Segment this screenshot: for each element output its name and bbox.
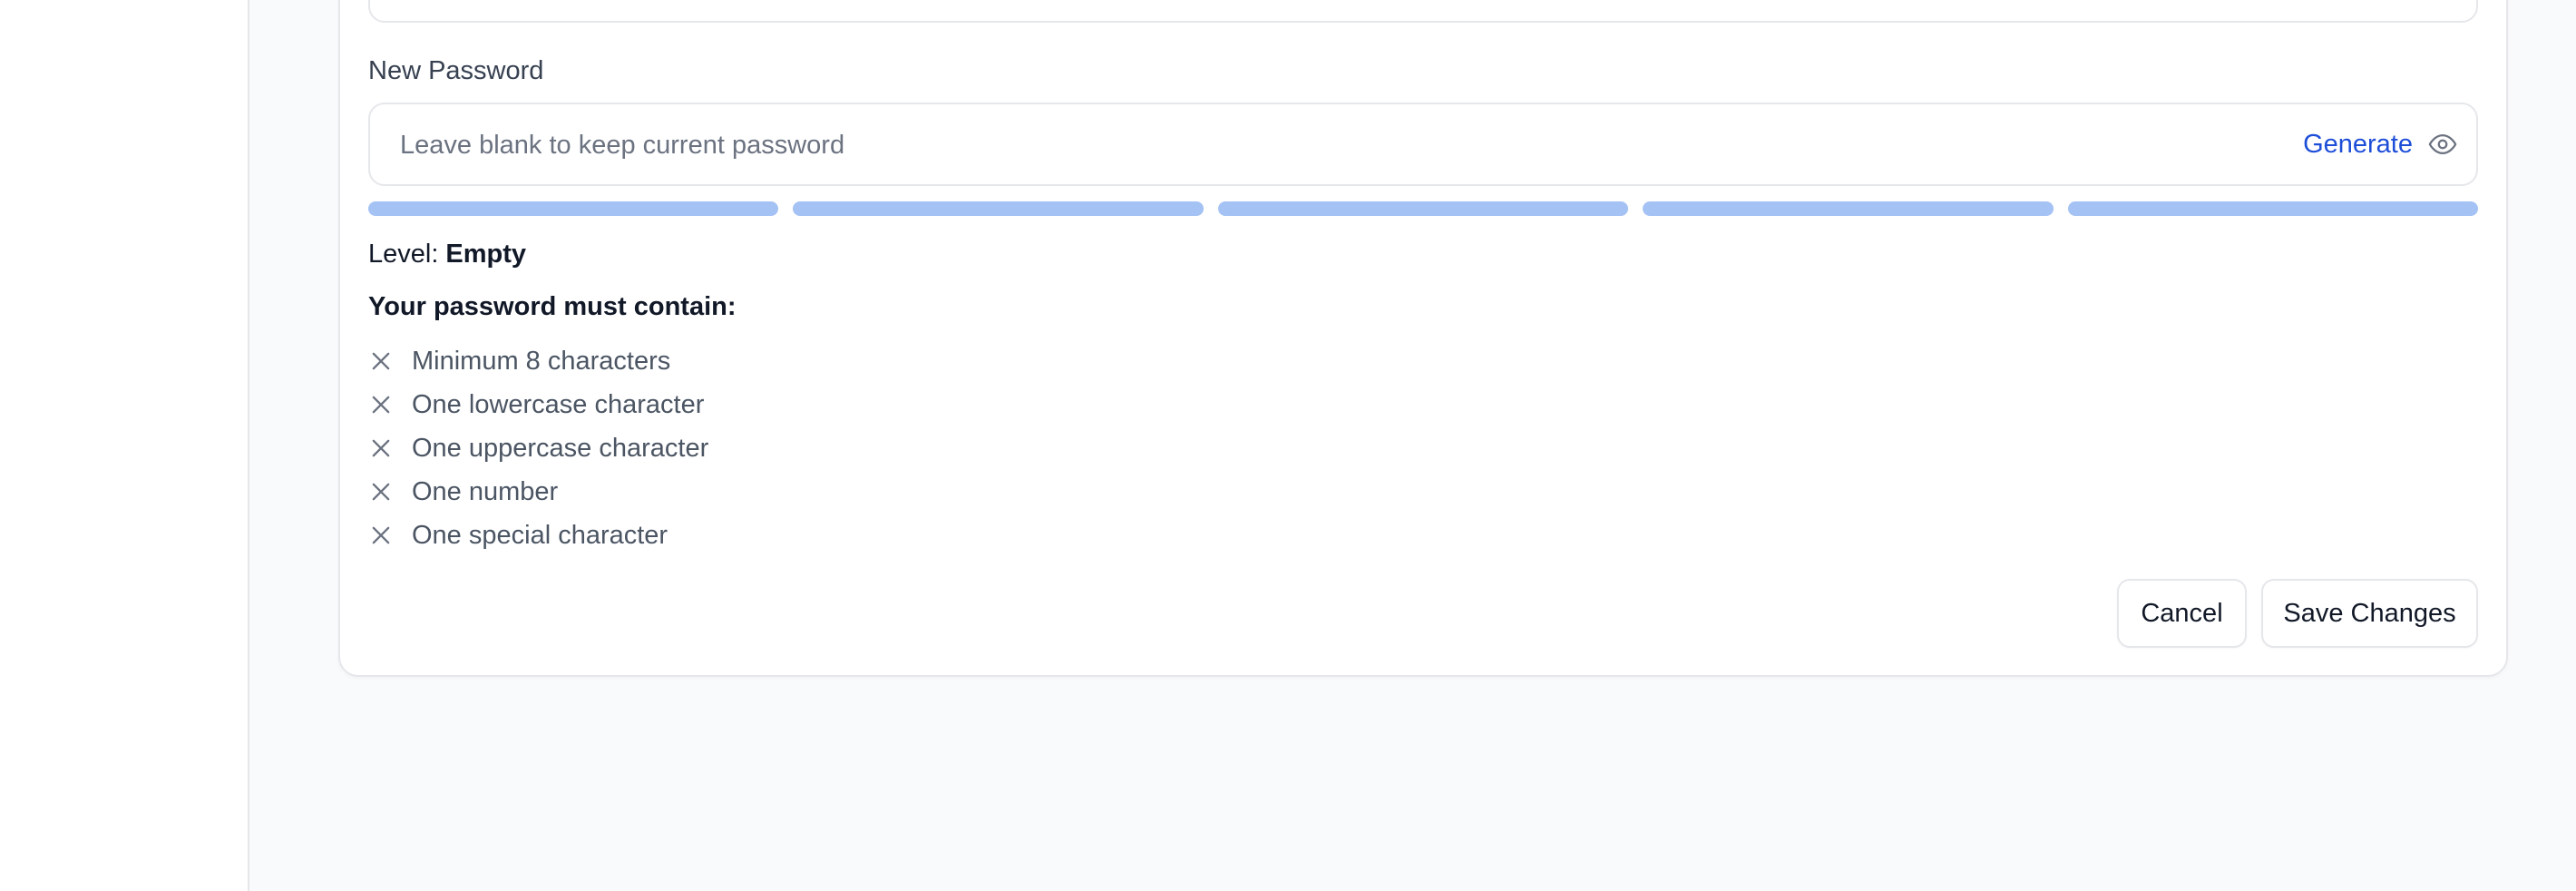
x-icon bbox=[368, 436, 394, 461]
requirement-item: One special character bbox=[368, 514, 708, 557]
cancel-button[interactable]: Cancel bbox=[2117, 579, 2247, 648]
save-changes-button[interactable]: Save Changes bbox=[2261, 579, 2478, 648]
requirement-label: One lowercase character bbox=[412, 389, 705, 419]
strength-segment bbox=[1217, 201, 1629, 216]
requirement-label: One special character bbox=[412, 520, 668, 550]
password-input-actions: Generate bbox=[2303, 104, 2458, 184]
strength-level-value: Empty bbox=[445, 240, 527, 269]
requirement-item: One uppercase character bbox=[368, 426, 708, 470]
strength-segment bbox=[2067, 201, 2479, 216]
new-password-input[interactable]: Leave blank to keep current password Gen… bbox=[368, 103, 2478, 186]
settings-card bbox=[338, 0, 2508, 677]
requirement-item: One number bbox=[368, 470, 708, 514]
x-icon bbox=[368, 392, 394, 417]
password-strength-meter bbox=[368, 201, 2479, 216]
sidebar bbox=[0, 0, 249, 891]
strength-segment bbox=[793, 201, 1204, 216]
x-icon bbox=[368, 523, 394, 548]
requirement-item: One lowercase character bbox=[368, 383, 708, 426]
strength-level-label: Level: bbox=[368, 240, 439, 269]
strength-level: Level: Empty bbox=[368, 238, 526, 270]
x-icon bbox=[368, 479, 394, 504]
strength-segment bbox=[368, 201, 779, 216]
strength-segment bbox=[1643, 201, 2054, 216]
generate-password-link[interactable]: Generate bbox=[2303, 128, 2413, 161]
requirement-label: Minimum 8 characters bbox=[412, 346, 671, 376]
eye-icon[interactable] bbox=[2427, 129, 2458, 160]
requirement-item: Minimum 8 characters bbox=[368, 339, 708, 383]
x-icon bbox=[368, 348, 394, 374]
new-password-label: New Password bbox=[368, 56, 544, 85]
requirement-label: One uppercase character bbox=[412, 433, 709, 463]
previous-field-input[interactable] bbox=[368, 0, 2478, 23]
new-password-placeholder: Leave blank to keep current password bbox=[400, 131, 845, 160]
requirements-title: Your password must contain: bbox=[368, 292, 737, 321]
requirement-label: One number bbox=[412, 476, 559, 506]
requirements-list: Minimum 8 characters One lowercase chara… bbox=[368, 339, 708, 557]
